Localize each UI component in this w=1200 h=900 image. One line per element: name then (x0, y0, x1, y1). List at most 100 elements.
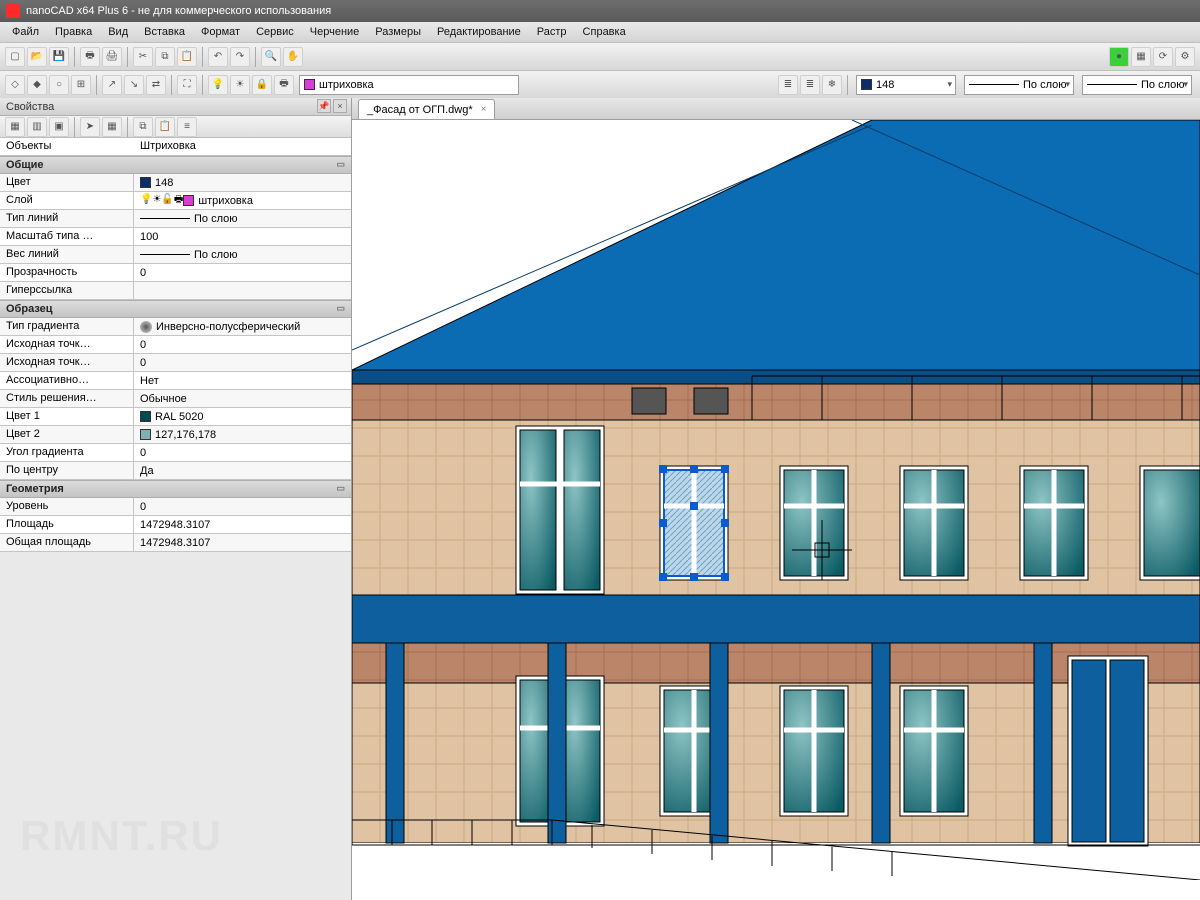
menu-insert[interactable]: Вставка (136, 24, 193, 40)
menu-bar[interactable]: Файл Правка Вид Вставка Формат Сервис Че… (0, 22, 1200, 42)
tool-icon[interactable]: ○ (49, 75, 69, 95)
selector-label: Объекты (0, 138, 134, 155)
prop-style[interactable]: Стиль решения…Обычное (0, 390, 351, 408)
layout-icon[interactable]: ▦ (1131, 47, 1151, 67)
tool-icon[interactable]: ↘ (124, 75, 144, 95)
prop-transparency[interactable]: Прозрачность0 (0, 264, 351, 282)
paste-props-icon[interactable]: 📋 (155, 117, 175, 137)
prop-gradtype[interactable]: Тип градиентаИнверсно-полусферический (0, 318, 351, 336)
watermark: RMNT.RU (20, 812, 223, 860)
layer-combo[interactable]: штриховка (299, 75, 519, 95)
prop-angle[interactable]: Угол градиента0 (0, 444, 351, 462)
linetype-combo[interactable]: По слою (964, 75, 1074, 95)
color-swatch (861, 79, 872, 90)
prop-color2[interactable]: Цвет 2127,176,178 (0, 426, 351, 444)
pick-icon[interactable]: ▦ (5, 117, 25, 137)
menu-modify[interactable]: Редактирование (429, 24, 529, 40)
lineweight-combo[interactable]: По слою (1082, 75, 1192, 95)
section-geometry[interactable]: Геометрия (0, 480, 351, 498)
menu-tools[interactable]: Сервис (248, 24, 302, 40)
menu-help[interactable]: Справка (575, 24, 634, 40)
color-combo[interactable]: 148 (856, 75, 956, 95)
printer-icon[interactable]: 🖶 (274, 75, 294, 95)
prop-color1[interactable]: Цвет 1RAL 5020 (0, 408, 351, 426)
prop-color[interactable]: Цвет148 (0, 174, 351, 192)
menu-raster[interactable]: Растр (529, 24, 575, 40)
pick-icon[interactable]: ▣ (49, 117, 69, 137)
tool-icon[interactable]: ⊞ (71, 75, 91, 95)
separator (74, 117, 75, 137)
open-icon[interactable]: 📂 (27, 47, 47, 67)
lock-icon[interactable]: 🔒 (252, 75, 272, 95)
window (780, 686, 848, 816)
window (1140, 466, 1200, 580)
list-icon[interactable]: ≡ (177, 117, 197, 137)
document-tab-label: _Фасад от ОГП.dwg* (367, 104, 473, 116)
new-icon[interactable]: ▢ (5, 47, 25, 67)
prop-ltscale[interactable]: Масштаб типа …100 (0, 228, 351, 246)
layerfreeze-icon[interactable]: ❄ (822, 75, 842, 95)
menu-file[interactable]: Файл (4, 24, 47, 40)
properties-header[interactable]: Свойства 📌 × (0, 98, 351, 116)
prop-linetype[interactable]: Тип линийПо слою (0, 210, 351, 228)
menu-draw[interactable]: Черчение (302, 24, 368, 40)
save-icon[interactable]: 💾 (49, 47, 69, 67)
layeroff-icon[interactable]: ≣ (800, 75, 820, 95)
menu-dimensions[interactable]: Размеры (367, 24, 429, 40)
status-green-icon[interactable]: ● (1109, 47, 1129, 67)
pick-icon[interactable]: ▥ (27, 117, 47, 137)
section-general[interactable]: Общие (0, 156, 351, 174)
canvas-wrap: _Фасад от ОГП.dwg* × (352, 98, 1200, 900)
refresh-icon[interactable]: ⟳ (1153, 47, 1173, 67)
settings-icon[interactable]: ⚙ (1175, 47, 1195, 67)
tool-icon[interactable]: ◆ (27, 75, 47, 95)
prop-hyperlink[interactable]: Гиперссылка (0, 282, 351, 300)
prop-assoc[interactable]: Ассоциативно…Нет (0, 372, 351, 390)
copy-props-icon[interactable]: ⧉ (133, 117, 153, 137)
tool-icon[interactable]: ◇ (5, 75, 25, 95)
object-selector[interactable]: Объекты Штриховка (0, 138, 351, 156)
paste-icon[interactable]: 📋 (177, 47, 197, 67)
prop-totalarea[interactable]: Общая площадь1472948.3107 (0, 534, 351, 552)
prop-area[interactable]: Площадь1472948.3107 (0, 516, 351, 534)
tool-icon[interactable]: ↗ (102, 75, 122, 95)
close-icon[interactable]: × (481, 104, 487, 115)
menu-view[interactable]: Вид (100, 24, 136, 40)
menu-format[interactable]: Формат (193, 24, 248, 40)
cut-icon[interactable]: ✂ (133, 47, 153, 67)
prop-origin2[interactable]: Исходная точк…0 (0, 354, 351, 372)
pan-icon[interactable]: ✋ (283, 47, 303, 67)
prop-layer[interactable]: Слой💡☀🔓🖶 штриховка (0, 192, 351, 210)
separator (171, 75, 172, 95)
drawing-canvas[interactable] (352, 120, 1200, 900)
prop-origin1[interactable]: Исходная точк…0 (0, 336, 351, 354)
window (516, 426, 604, 594)
section-pattern[interactable]: Образец (0, 300, 351, 318)
separator (127, 117, 128, 137)
drawing-svg (352, 120, 1200, 880)
pin-icon[interactable]: 📌 (317, 99, 331, 113)
select-icon[interactable]: ➤ (80, 117, 100, 137)
window (900, 686, 968, 816)
quickselect-icon[interactable]: ▦ (102, 117, 122, 137)
prop-center[interactable]: По центруДа (0, 462, 351, 480)
bulb-icon[interactable]: 💡 (208, 75, 228, 95)
document-tab[interactable]: _Фасад от ОГП.dwg* × (358, 99, 495, 119)
main-area: Свойства 📌 × ▦ ▥ ▣ ➤ ▦ ⧉ 📋 ≡ Объекты Штр… (0, 98, 1200, 900)
close-icon[interactable]: × (333, 99, 347, 113)
copy-icon[interactable]: ⧉ (155, 47, 175, 67)
sun-icon[interactable]: ☀ (230, 75, 250, 95)
layeriso-icon[interactable]: ≣ (778, 75, 798, 95)
print-icon[interactable]: 🖶 (80, 47, 100, 67)
prop-lineweight[interactable]: Вес линийПо слою (0, 246, 351, 264)
zoom-icon[interactable]: 🔍 (261, 47, 281, 67)
redo-icon[interactable]: ↷ (230, 47, 250, 67)
swatch-icon (183, 195, 194, 206)
tool-icon[interactable]: ⇄ (146, 75, 166, 95)
prop-elevation[interactable]: Уровень0 (0, 498, 351, 516)
zoom-extents-icon[interactable]: ⛶ (177, 75, 197, 95)
plot-icon[interactable]: 🖨 (102, 47, 122, 67)
undo-icon[interactable]: ↶ (208, 47, 228, 67)
menu-edit[interactable]: Правка (47, 24, 100, 40)
swatch-icon (140, 429, 151, 440)
